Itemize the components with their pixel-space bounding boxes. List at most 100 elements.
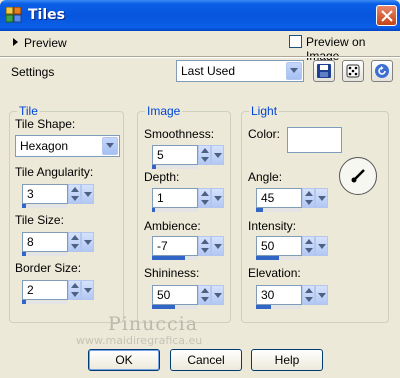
reset-button[interactable] — [371, 60, 393, 82]
angle-dial[interactable] — [339, 157, 377, 195]
tile-size-value: 8 — [27, 235, 34, 249]
angle-stepper[interactable]: 45 — [256, 188, 329, 212]
slider-fill — [22, 204, 26, 208]
depth-spin-icon[interactable] — [198, 188, 211, 208]
border-size-label: Border Size: — [15, 261, 82, 275]
tile-angularity-menu-icon[interactable] — [81, 184, 94, 204]
ambience-label: Ambience: — [144, 219, 201, 233]
intensity-slider[interactable] — [256, 256, 302, 260]
tile-angularity-spin-icon[interactable] — [68, 184, 81, 204]
color-label: Color: — [248, 127, 281, 141]
chevron-down-icon[interactable] — [102, 137, 118, 155]
border-size-slider[interactable] — [22, 300, 68, 304]
angle-slider[interactable] — [256, 208, 302, 212]
settings-label: Settings — [11, 65, 55, 79]
cancel-button[interactable]: Cancel — [170, 349, 242, 371]
tiles-icon — [5, 6, 22, 23]
watermark-url: www.maidiregrafica.eu — [76, 334, 203, 347]
close-icon — [381, 10, 393, 22]
preview-row: Preview Preview on Image — [0, 31, 400, 63]
close-button[interactable] — [376, 5, 397, 26]
tile-shape-label: Tile Shape: — [15, 117, 76, 131]
reset-icon — [375, 64, 389, 78]
elevation-input[interactable]: 30 — [256, 285, 302, 305]
light-color-swatch[interactable] — [287, 127, 342, 153]
ambience-value: -7 — [157, 239, 168, 253]
shininess-stepper[interactable]: 50 — [152, 285, 225, 309]
tile-angularity-input[interactable]: 3 — [22, 184, 68, 204]
randomize-icon — [346, 64, 360, 78]
tile-angularity-value: 3 — [27, 187, 34, 201]
preview-on-image-checkbox[interactable] — [289, 35, 302, 48]
help-button[interactable]: Help — [251, 349, 323, 371]
depth-slider[interactable] — [152, 208, 198, 212]
depth-input[interactable]: 1 — [152, 188, 198, 208]
intensity-spin-icon[interactable] — [302, 236, 315, 256]
shininess-label: Shininess: — [144, 266, 200, 280]
ambience-spin-icon[interactable] — [198, 236, 211, 256]
intensity-input[interactable]: 50 — [256, 236, 302, 256]
angle-menu-icon[interactable] — [315, 188, 328, 208]
randomize-button[interactable] — [342, 60, 364, 82]
tile-shape-dropdown[interactable]: Hexagon — [15, 135, 120, 157]
tile-size-slider[interactable] — [22, 252, 68, 256]
tile-size-menu-icon[interactable] — [81, 232, 94, 252]
border-size-spin-icon[interactable] — [68, 280, 81, 300]
intensity-value: 50 — [261, 239, 275, 253]
preview-on-image-label[interactable]: Preview on Image — [306, 35, 400, 63]
smoothness-slider[interactable] — [152, 165, 198, 169]
slider-fill — [152, 305, 175, 309]
smoothness-stepper[interactable]: 5 — [152, 145, 225, 169]
smoothness-spin-icon[interactable] — [198, 145, 211, 165]
preset-dropdown[interactable]: Last Used — [176, 60, 304, 82]
shininess-spin-icon[interactable] — [198, 285, 211, 305]
intensity-menu-icon[interactable] — [315, 236, 328, 256]
slider-fill — [256, 256, 279, 260]
save-preset-icon — [317, 64, 331, 78]
ambience-menu-icon[interactable] — [211, 236, 224, 256]
smoothness-menu-icon[interactable] — [211, 145, 224, 165]
border-size-stepper[interactable]: 2 — [22, 280, 95, 304]
ambience-slider[interactable] — [152, 256, 198, 260]
tile-angularity-stepper[interactable]: 3 — [22, 184, 95, 208]
ok-button[interactable]: OK — [88, 349, 160, 371]
tile-angularity-label: Tile Angularity: — [15, 165, 94, 179]
tile-angularity-slider[interactable] — [22, 204, 68, 208]
tile-size-stepper[interactable]: 8 — [22, 232, 95, 256]
tile-size-input[interactable]: 8 — [22, 232, 68, 252]
elevation-slider[interactable] — [256, 305, 302, 309]
border-size-menu-icon[interactable] — [81, 280, 94, 300]
border-size-value: 2 — [27, 283, 34, 297]
ambience-input[interactable]: -7 — [152, 236, 198, 256]
separator — [0, 56, 400, 58]
slider-fill — [22, 252, 26, 256]
smoothness-input[interactable]: 5 — [152, 145, 198, 165]
angle-input[interactable]: 45 — [256, 188, 302, 208]
save-preset-button[interactable] — [313, 60, 335, 82]
elevation-value: 30 — [261, 288, 275, 302]
elevation-spin-icon[interactable] — [302, 285, 315, 305]
elevation-stepper[interactable]: 30 — [256, 285, 329, 309]
angle-spin-icon[interactable] — [302, 188, 315, 208]
depth-menu-icon[interactable] — [211, 188, 224, 208]
ambience-stepper[interactable]: -7 — [152, 236, 225, 260]
title-bar[interactable]: Tiles — [0, 0, 400, 31]
intensity-label: Intensity: — [248, 219, 297, 233]
expand-arrow-icon[interactable] — [13, 38, 18, 46]
intensity-stepper[interactable]: 50 — [256, 236, 329, 260]
shininess-slider[interactable] — [152, 305, 198, 309]
shininess-input[interactable]: 50 — [152, 285, 198, 305]
chevron-down-icon[interactable] — [286, 62, 302, 80]
depth-stepper[interactable]: 1 — [152, 188, 225, 212]
depth-label: Depth: — [144, 170, 180, 184]
border-size-input[interactable]: 2 — [22, 280, 68, 300]
light-group-title: Light — [249, 104, 280, 118]
elevation-menu-icon[interactable] — [315, 285, 328, 305]
preview-toggle[interactable]: Preview — [24, 36, 67, 50]
tile-shape-value: Hexagon — [20, 139, 69, 153]
elevation-label: Elevation: — [248, 266, 301, 280]
smoothness-label: Smoothness: — [144, 127, 215, 141]
shininess-menu-icon[interactable] — [211, 285, 224, 305]
preset-value: Last Used — [181, 64, 236, 78]
tile-size-spin-icon[interactable] — [68, 232, 81, 252]
